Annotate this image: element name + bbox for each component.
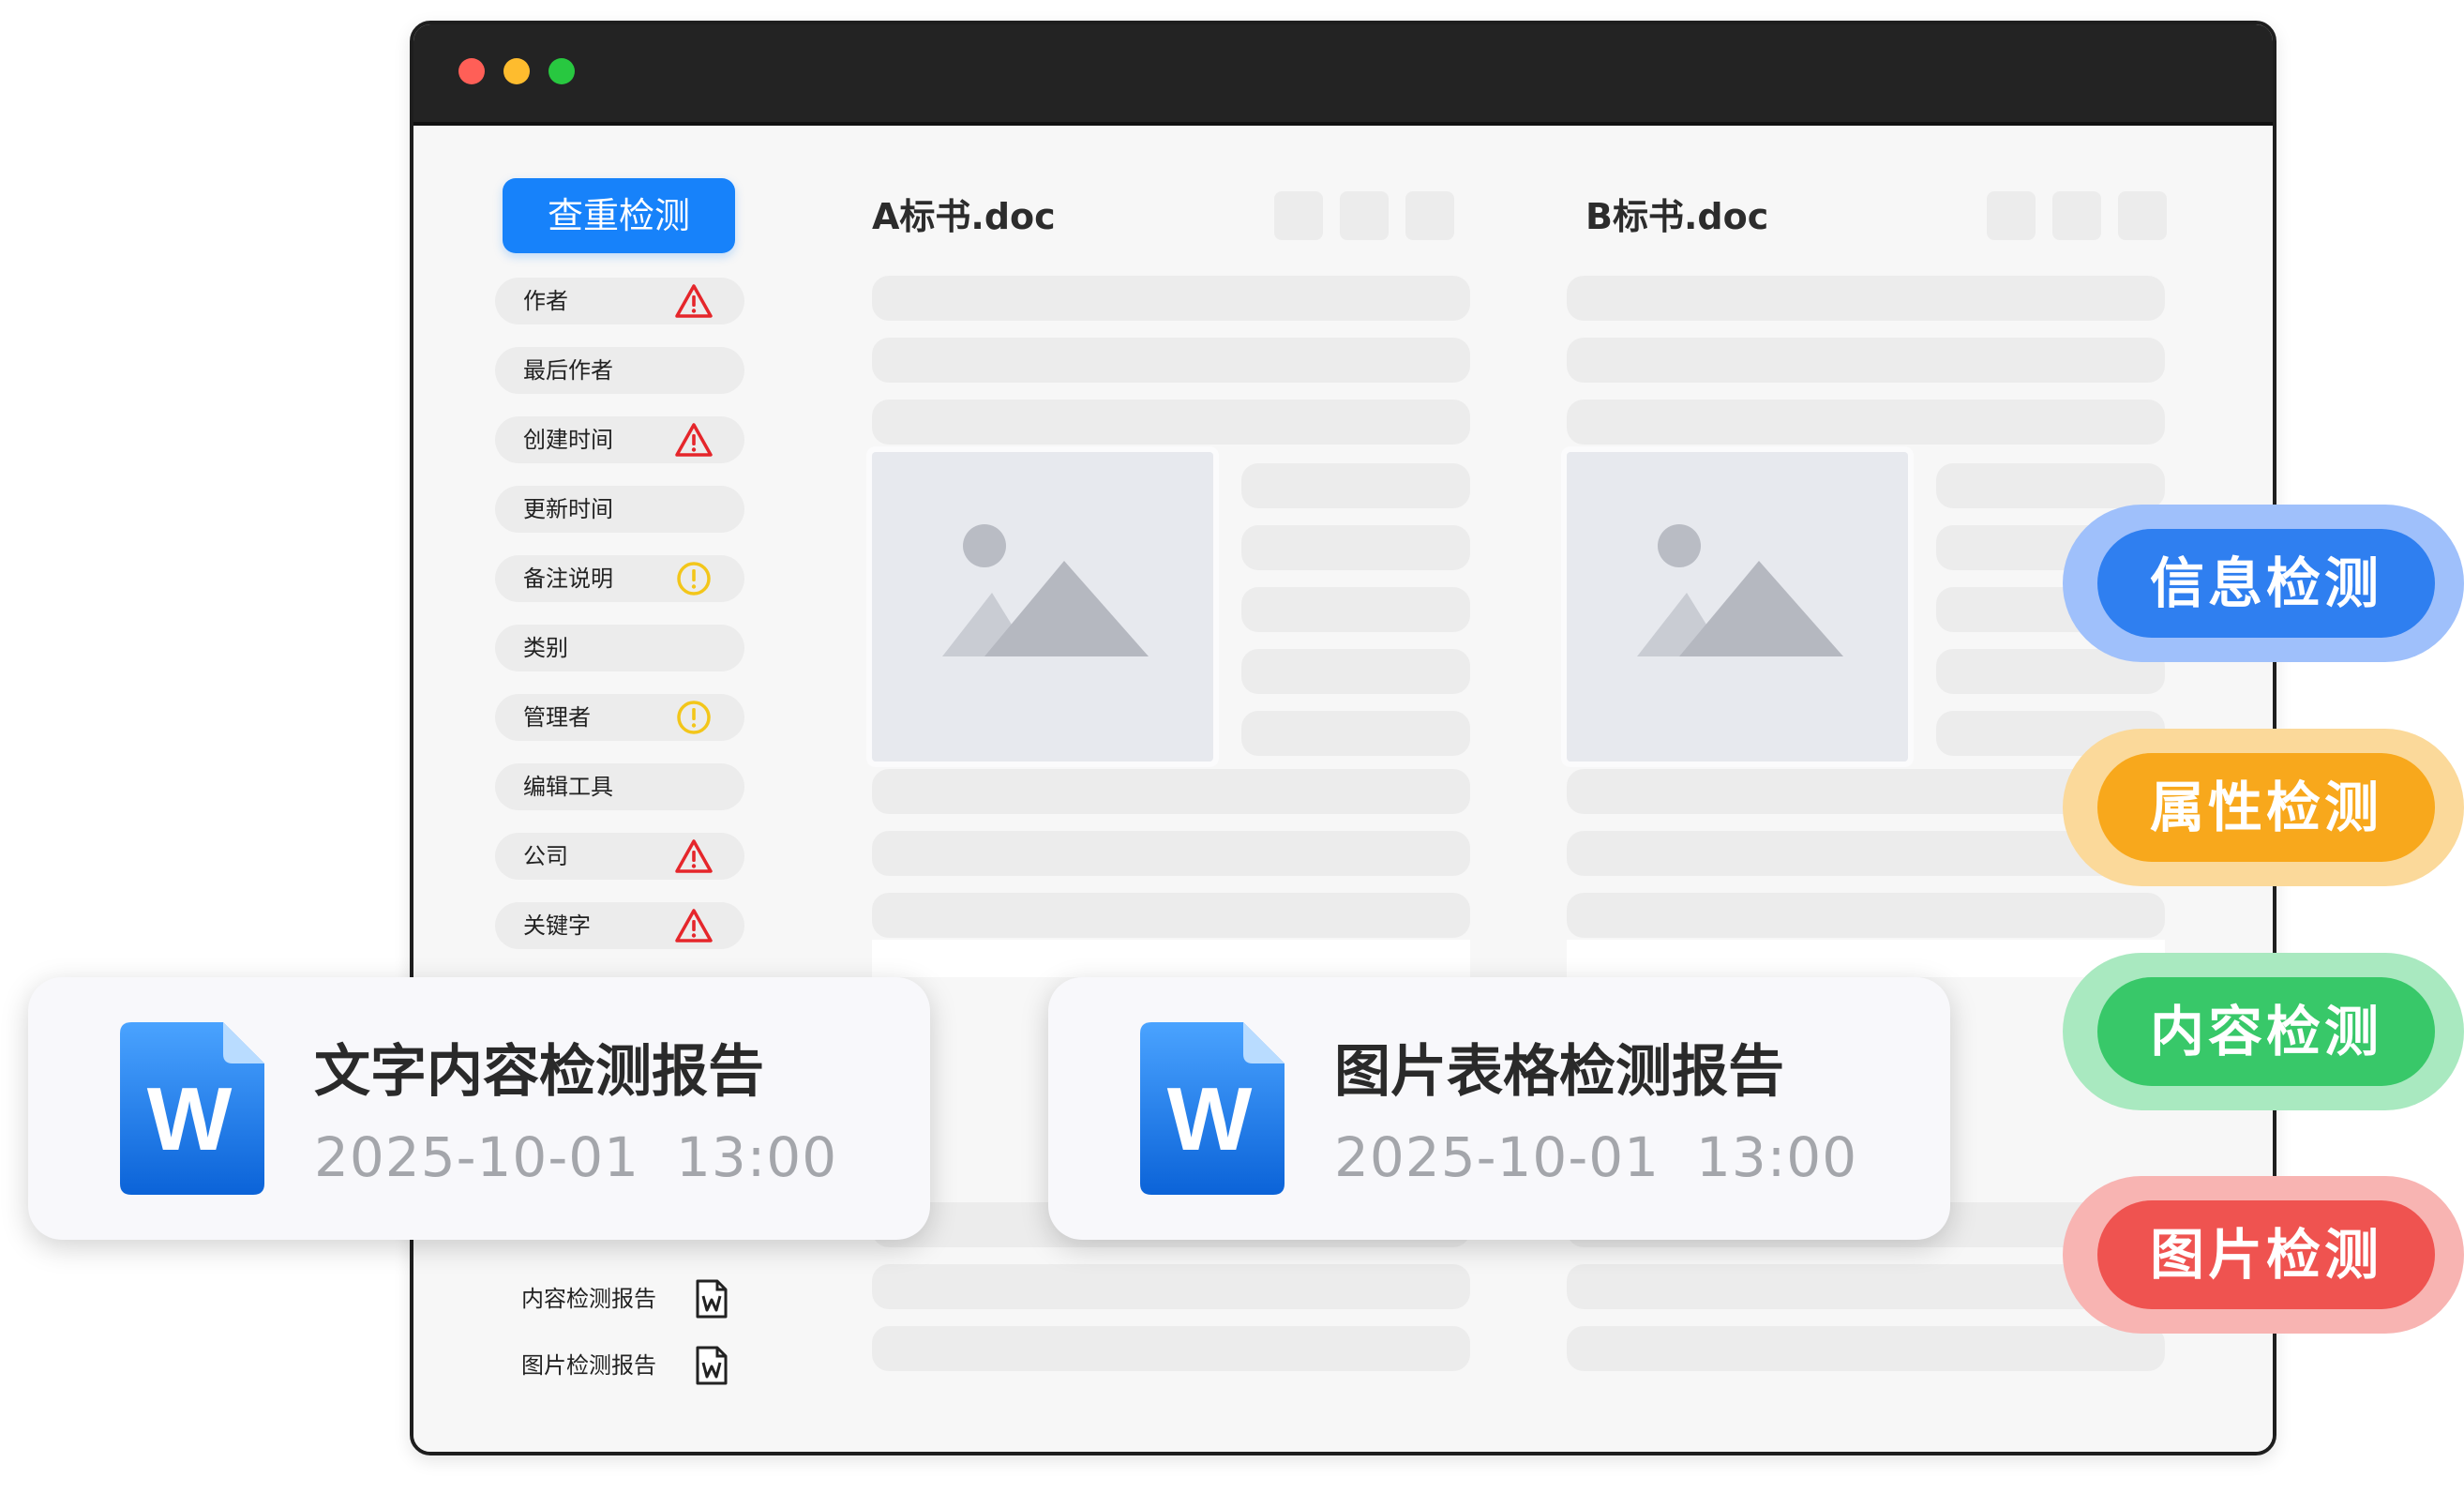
sidebar-item-label: 备注说明 — [523, 566, 613, 592]
sidebar-item[interactable]: 备注说明 — [495, 555, 744, 602]
sidebar-item[interactable]: 管理者 — [495, 694, 744, 741]
sidebar-item[interactable]: 编辑工具 — [495, 763, 744, 810]
document-b-content-area — [1567, 940, 2165, 977]
duplicate-check-button[interactable]: 查重检测 — [503, 178, 735, 253]
report-card-title: 图片表格检测报告 — [1334, 1039, 1784, 1105]
warning-triangle-icon — [675, 839, 713, 873]
document-b-tool-button[interactable] — [2118, 191, 2167, 240]
attribute-detection-badge[interactable]: 属性检测 — [2063, 729, 2464, 886]
sidebar-item-label: 更新时间 — [523, 496, 613, 522]
document-a-text-line-placeholder — [1241, 587, 1470, 632]
image-placeholder-icon — [1637, 524, 1843, 656]
sidebar-item-label: 类别 — [523, 635, 568, 661]
word-file-icon — [696, 1279, 728, 1319]
badge-label: 属性检测 — [2097, 753, 2435, 862]
exclamation-circle-icon — [677, 701, 711, 734]
sidebar-item[interactable]: 公司 — [495, 833, 744, 880]
document-a-title: A标书.doc — [872, 196, 1056, 237]
document-a-text-line-placeholder — [872, 769, 1470, 814]
document-a-text-line-placeholder — [872, 400, 1470, 445]
document-a-text-line-placeholder — [872, 893, 1470, 938]
document-b-tool-button[interactable] — [2052, 191, 2101, 240]
sidebar-item-label: 编辑工具 — [523, 774, 613, 800]
badge-label: 信息检测 — [2097, 529, 2435, 638]
content-report-link[interactable]: 内容检测报告 — [521, 1277, 728, 1320]
sidebar-item-label: 创建时间 — [523, 427, 613, 453]
sidebar-item[interactable]: 创建时间 — [495, 416, 744, 463]
report-card-time: 13:00 — [1695, 1125, 1858, 1189]
document-a-text-line-placeholder — [1241, 711, 1470, 756]
exclamation-circle-icon — [677, 562, 711, 596]
svg-text:W: W — [1167, 1069, 1253, 1169]
report-link-label: 内容检测报告 — [521, 1286, 656, 1312]
document-a-text-line-placeholder — [872, 831, 1470, 876]
sidebar-item-label: 公司 — [523, 843, 568, 869]
sidebar-item[interactable]: 关键字 — [495, 902, 744, 949]
image-detection-badge[interactable]: 图片检测 — [2063, 1176, 2464, 1334]
document-b-image-placeholder — [1567, 452, 1908, 762]
warning-triangle-icon — [675, 423, 713, 457]
sidebar-item[interactable]: 类别 — [495, 625, 744, 671]
document-b-text-line-placeholder — [1567, 276, 2165, 321]
word-file-icon — [696, 1346, 728, 1385]
sidebar-item[interactable]: 最后作者 — [495, 347, 744, 394]
report-card-datetime: 2025-10-01 13:00 — [314, 1125, 837, 1189]
content-detection-badge[interactable]: 内容检测 — [2063, 953, 2464, 1110]
warning-triangle-icon — [675, 284, 713, 318]
document-a-tool-button[interactable] — [1274, 191, 1323, 240]
document-b-text-line-placeholder — [1567, 400, 2165, 445]
badge-label: 图片检测 — [2097, 1200, 2435, 1309]
sidebar-item[interactable]: 更新时间 — [495, 486, 744, 533]
warning-triangle-icon — [675, 909, 713, 943]
minimize-window-button[interactable] — [503, 58, 530, 84]
sidebar-item[interactable]: 作者 — [495, 278, 744, 324]
sidebar-item-label: 作者 — [523, 288, 568, 314]
document-b-text-line-placeholder — [1936, 463, 2165, 508]
sidebar-item-label: 关键字 — [523, 912, 591, 939]
document-a-tool-button[interactable] — [1340, 191, 1389, 240]
report-card-datetime: 2025-10-01 13:00 — [1334, 1125, 1857, 1189]
document-a-text-line-placeholder — [872, 338, 1470, 383]
report-card-time: 13:00 — [675, 1125, 838, 1189]
image-placeholder-icon — [942, 524, 1149, 656]
document-a-image-placeholder — [872, 452, 1213, 762]
title-bar — [413, 24, 2273, 126]
word-document-icon: W — [1140, 1022, 1285, 1195]
zoom-window-button[interactable] — [548, 58, 575, 84]
document-a-text-line-placeholder — [872, 1264, 1470, 1309]
sidebar-item-label: 最后作者 — [523, 357, 613, 384]
close-window-button[interactable] — [458, 58, 485, 84]
text-content-report-card[interactable]: W 文字内容检测报告 2025-10-01 13:00 — [28, 977, 930, 1240]
sidebar-item-label: 管理者 — [523, 704, 591, 731]
image-table-report-card[interactable]: W 图片表格检测报告 2025-10-01 13:00 — [1048, 977, 1950, 1240]
report-card-title: 文字内容检测报告 — [314, 1039, 764, 1105]
badge-label: 内容检测 — [2097, 977, 2435, 1086]
document-a-text-line-placeholder — [872, 1326, 1470, 1371]
word-document-icon: W — [120, 1022, 264, 1195]
image-report-link[interactable]: 图片检测报告 — [521, 1344, 728, 1387]
document-a-text-line-placeholder — [872, 276, 1470, 321]
document-a-text-line-placeholder — [1241, 463, 1470, 508]
document-a-content-area — [872, 940, 1470, 977]
report-link-label: 图片检测报告 — [521, 1352, 656, 1379]
document-a-text-line-placeholder — [1241, 525, 1470, 570]
document-a-text-line-placeholder — [1241, 649, 1470, 694]
document-b-text-line-placeholder — [1567, 1326, 2165, 1371]
document-b-tool-button[interactable] — [1987, 191, 2036, 240]
info-detection-badge[interactable]: 信息检测 — [2063, 505, 2464, 662]
report-card-date: 2025-10-01 — [314, 1125, 640, 1189]
document-b-text-line-placeholder — [1567, 893, 2165, 938]
document-a-tool-button[interactable] — [1405, 191, 1454, 240]
svg-text:W: W — [147, 1069, 233, 1169]
document-b-text-line-placeholder — [1567, 338, 2165, 383]
report-card-date: 2025-10-01 — [1334, 1125, 1660, 1189]
document-b-title: B标书.doc — [1585, 196, 1769, 237]
